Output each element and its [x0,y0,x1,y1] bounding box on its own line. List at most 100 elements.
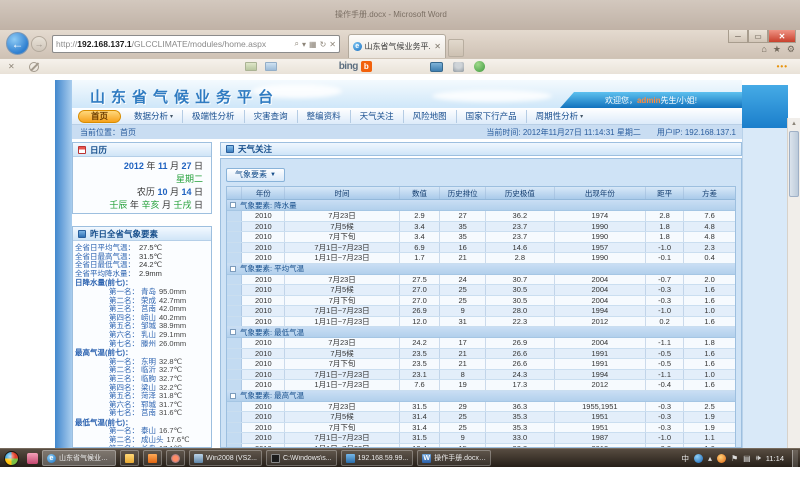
action-center-flag-icon[interactable]: ⚑ [731,454,738,463]
taskbar-window-3[interactable]: W操作手册.docx ... [417,450,491,466]
table-cell: 25 [440,423,486,433]
table-row[interactable]: 20107月1日~7月23日23.1824.31994-1.11.0 [227,370,735,381]
table-row[interactable]: 20107月5候23.52126.61991-0.51.6 [227,349,735,360]
nav-item-6[interactable]: 风险地图 [403,110,456,123]
scroll-up-icon[interactable]: ▲ [788,119,800,130]
station-name[interactable]: 莒南 [141,409,156,418]
favorites-star-icon[interactable]: ★ [773,44,781,55]
share-addon-icon[interactable] [474,61,485,72]
taskbar-window-0[interactable]: Win2008 (VS2... [189,450,262,466]
weather-watch-header: 天气关注 [220,142,742,156]
more-button[interactable]: ••• [777,62,788,71]
refresh-icon[interactable]: ↻ [320,40,327,49]
toolbar-close-icon[interactable]: ✕ [8,62,15,71]
bing-text: bing [339,61,358,72]
minimize-button[interactable]: ─ [728,30,748,43]
station-name[interactable]: 滕州 [141,340,156,349]
maximize-button[interactable]: ▭ [748,30,768,43]
table-cell: 3.4 [400,222,441,232]
nav-item-5[interactable]: 天气关注 [350,110,403,123]
show-desktop-button[interactable] [792,450,798,467]
nav-item-2[interactable]: 极端性分析 [182,110,244,123]
browser-scrollbar[interactable]: ▲ ▼ [787,118,800,448]
network-icon[interactable]: ▤ [743,454,751,463]
taskbar-pinned-folder[interactable] [120,450,139,466]
taskbar-ie-window[interactable]: e 山东省气候业务平台 [42,450,116,466]
stop-icon[interactable]: ✕ [329,40,336,49]
elements-body: 全省日平均气温：27.5℃全省日最高气温：31.5℃全省日最低气温：24.2℃全… [73,241,211,448]
nav-item-0[interactable]: 首页 [78,110,121,123]
browser-tab[interactable]: e 山东省气候业务平... ✕ [348,34,446,58]
tab-close-icon[interactable]: ✕ [434,42,441,51]
tray-browser-icon[interactable] [717,454,726,463]
chevron-down-icon[interactable]: ▾ [302,40,306,49]
back-button[interactable]: ← [6,32,29,55]
nav-item-8[interactable]: 周期性分析▾ [526,110,593,123]
table-cell: 2010 [242,349,285,359]
card-addon-icon[interactable] [245,62,257,71]
close-button[interactable]: ✕ [768,30,796,43]
forward-button[interactable]: → [31,36,47,52]
tray-app-icon[interactable] [694,454,703,463]
tray-expand-icon[interactable]: ▴ [708,454,712,463]
table-cell: 35.3 [486,412,555,422]
table-row[interactable]: 20101月1日~7月23日7.61917.32012-0.41.6 [227,380,735,391]
home-icon[interactable]: ⌂ [761,44,766,55]
new-tab-button[interactable] [448,39,464,57]
language-indicator[interactable]: 中 [681,453,689,464]
nav-item-1[interactable]: 数据分析▾ [125,110,182,123]
table-row[interactable]: 20107月5候27.02530.52004-0.31.6 [227,285,735,296]
table-row[interactable]: 20107月下旬23.52126.61991-0.51.6 [227,359,735,370]
taskbar-pinned-media[interactable] [166,450,185,466]
mail-addon-icon[interactable] [265,62,277,71]
table-row[interactable]: 20107月1日~7月23日31.5933.01987-1.01.1 [227,433,735,444]
table-row[interactable]: 20107月23日27.52430.72004-0.72.0 [227,275,735,286]
bing-logo[interactable]: bing b [339,61,372,72]
taskbar-pinned-player[interactable] [143,450,162,466]
group-checkbox[interactable] [230,393,236,399]
settings-gear-icon[interactable]: ⚙ [787,44,795,55]
table-cell: 12.0 [400,317,441,327]
table-row[interactable]: 20107月23日31.52936.31955,1951-0.32.5 [227,402,735,413]
row-indent-cell [227,380,242,390]
table-row[interactable]: 20107月下旬27.02530.52004-0.31.6 [227,296,735,307]
compatibility-icon[interactable]: ▦ [309,40,317,49]
table-row[interactable]: 20107月下旬3.43523.719901.84.8 [227,232,735,243]
nav-item-label: 天气关注 [360,110,394,122]
volume-icon[interactable]: 🕪 [756,453,761,463]
table-cell: -0.5 [646,349,684,359]
nav-item-7[interactable]: 国家下行产品 [456,110,526,123]
taskbar-window-1[interactable]: C:\Windows\s... [266,450,337,466]
element-filter-button[interactable]: 气象要素 ▼ [226,168,285,182]
start-button[interactable] [4,451,19,466]
group-checkbox[interactable] [230,329,236,335]
calendar-text: 日 [191,200,203,210]
table-row[interactable]: 20107月23日2.92736.219742.87.6 [227,211,735,222]
contacts-addon-icon[interactable] [453,62,464,72]
camera-addon-icon[interactable] [430,62,443,72]
nav-item-3[interactable]: 灾害查询 [244,110,297,123]
tray-clock[interactable]: 11:14 [766,454,784,463]
address-bar[interactable]: http://192.168.137.1/GLCCLIMATE/modules/… [52,35,340,53]
table-row[interactable]: 20107月5候31.42535.31951-0.31.9 [227,412,735,423]
group-checkbox[interactable] [230,266,236,272]
table-row[interactable]: 20107月1日~7月23日6.91614.61957-1.02.3 [227,243,735,254]
table-cell: -1.1 [646,370,684,380]
table-row[interactable]: 20107月23日24.21726.92004-1.11.8 [227,338,735,349]
table-row[interactable]: 20107月下旬31.42535.31951-0.31.9 [227,423,735,434]
group-checkbox[interactable] [230,202,236,208]
table-cell: 1月1日~7月23日 [285,380,399,390]
nav-item-4[interactable]: 整编资料 [297,110,350,123]
table-cell: 21 [440,349,486,359]
table-row[interactable]: 20101月1日~7月23日12.03122.320120.21.6 [227,317,735,328]
scrollbar-thumb[interactable] [789,131,799,197]
table-row[interactable]: 20107月1日~7月23日26.9928.01994-1.01.0 [227,306,735,317]
table-row[interactable]: 20101月1日~7月23日1.7212.81990-0.10.4 [227,253,735,264]
taskbar-window-2[interactable]: 192.168.59.99... [341,450,414,466]
search-icon[interactable]: ⌕ [295,39,299,49]
pinned-app-icon[interactable] [27,453,38,464]
table-cell: 7月1日~7月23日 [285,306,399,316]
table-row[interactable]: 20107月5候3.43523.719901.84.8 [227,222,735,233]
calendar-text: 月 [159,200,173,210]
column-header: 历史极值 [486,187,555,199]
